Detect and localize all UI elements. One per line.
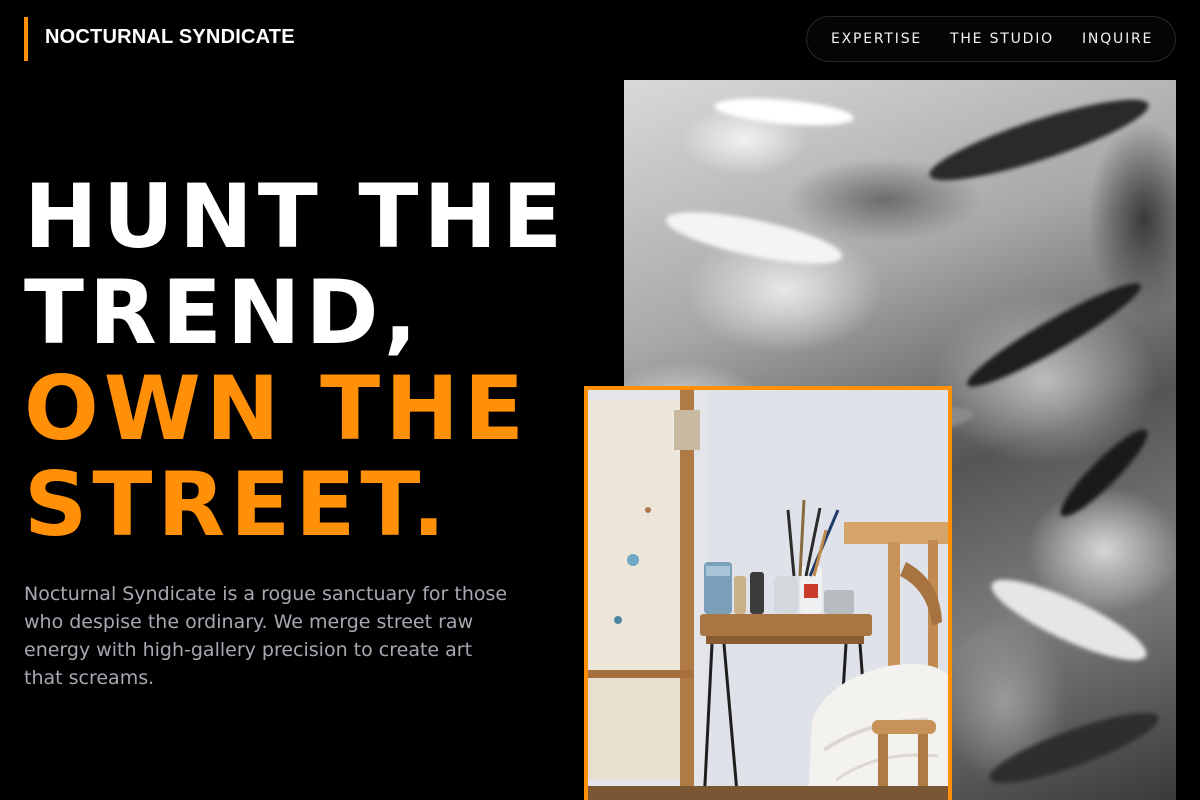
hero-description: Nocturnal Syndicate is a rogue sanctuary…	[24, 580, 554, 692]
description-line-3: energy with high-gallery precision to cr…	[24, 639, 473, 661]
description-line-4: that screams.	[24, 667, 155, 689]
paint-stroke	[923, 85, 1155, 195]
headline-line-2: TREND,	[24, 261, 423, 364]
art-studio-photo	[584, 386, 952, 800]
brand-logo[interactable]: NOCTURNAL SYNDICATE	[45, 26, 295, 49]
main-nav: EXPERTISE THE STUDIO INQUIRE	[806, 16, 1176, 62]
studio-illustration	[588, 390, 948, 800]
paint-stroke	[983, 565, 1155, 675]
headline-line-4: STREET.	[24, 453, 451, 556]
paint-stroke	[1052, 421, 1156, 525]
nav-link-expertise[interactable]: EXPERTISE	[831, 31, 922, 47]
logo-accent-bar	[24, 17, 28, 61]
description-line-1: Nocturnal Syndicate is a rogue sanctuary…	[24, 583, 508, 605]
nav-link-inquire[interactable]: INQUIRE	[1082, 31, 1153, 47]
description-line-2: who despise the ordinary. We merge stree…	[24, 611, 474, 633]
paint-stroke	[662, 201, 846, 275]
paint-stroke	[983, 700, 1165, 796]
paint-stroke	[959, 272, 1149, 398]
hero-headline: HUNT THE TREND, OWN THE STREET.	[24, 169, 567, 553]
paint-stroke	[713, 93, 855, 131]
headline-line-3: OWN THE	[24, 357, 529, 460]
nav-link-the-studio[interactable]: THE STUDIO	[950, 31, 1054, 47]
headline-line-1: HUNT THE	[24, 165, 568, 268]
